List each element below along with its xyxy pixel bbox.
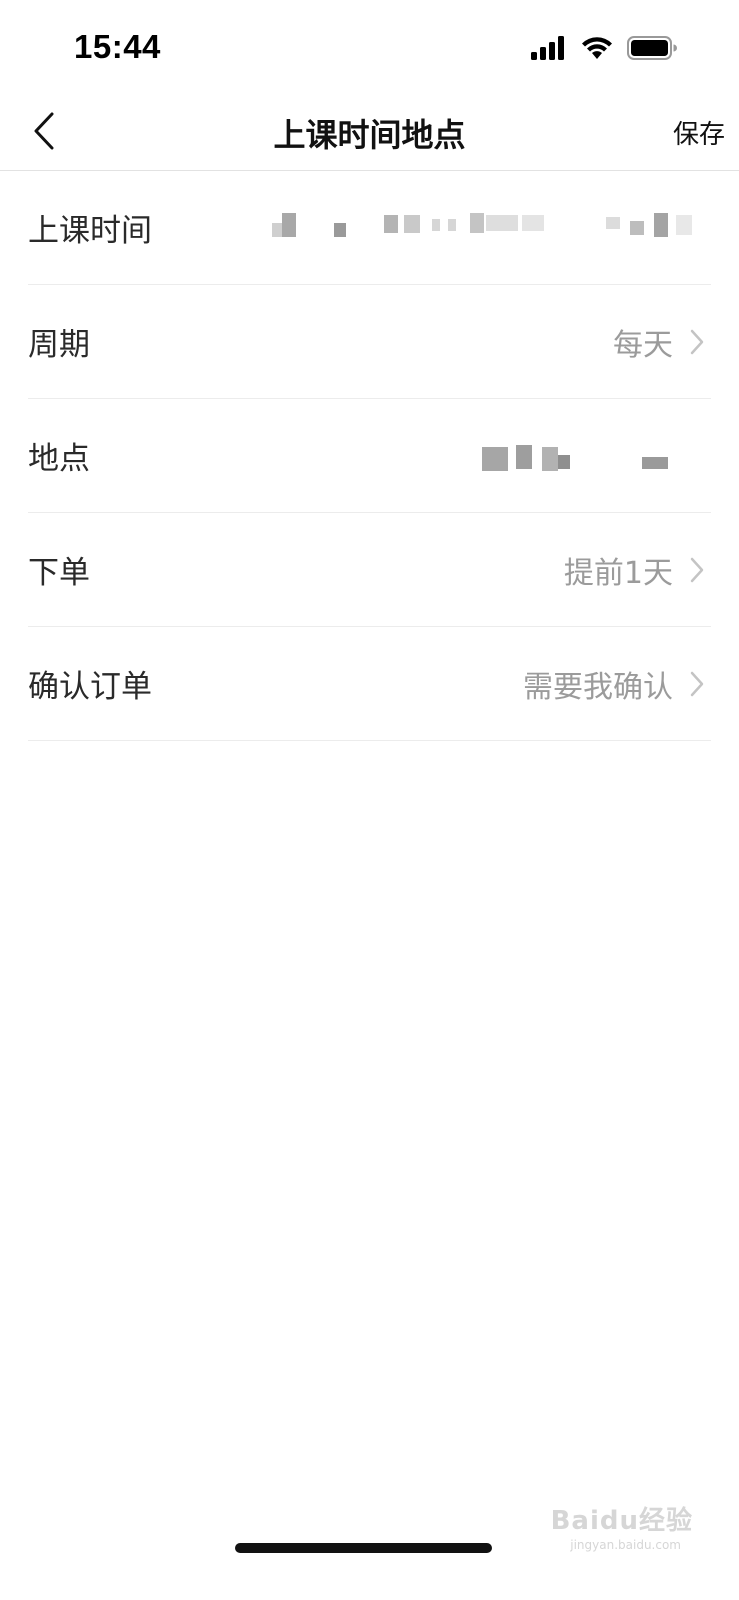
row-confirm-order[interactable]: 确认订单 需要我确认 (28, 627, 711, 741)
status-icons (531, 36, 677, 60)
row-label: 周期 (28, 327, 90, 363)
row-label: 地点 (28, 441, 90, 477)
row-location[interactable]: 地点 (28, 399, 711, 513)
row-cycle[interactable]: 周期 每天 (28, 285, 711, 399)
chevron-right-icon (687, 327, 707, 357)
watermark: Baidu经验 (550, 1506, 693, 1536)
row-value: 需要我确认 (523, 669, 673, 705)
obscured-value (482, 441, 672, 471)
battery-icon (627, 36, 677, 60)
status-time: 15:44 (74, 28, 161, 65)
row-value: 提前1天 (563, 555, 673, 591)
save-button[interactable]: 保存 (673, 114, 725, 151)
obscured-value (272, 212, 708, 243)
row-value: 每天 (613, 327, 673, 363)
home-indicator[interactable] (235, 1543, 492, 1553)
wifi-icon (581, 36, 613, 60)
cellular-signal-icon (531, 36, 567, 60)
settings-list: 上课时间 周期 每天 地点 下单 提前1天 确认订单 需要我确认 (28, 171, 711, 741)
row-order[interactable]: 下单 提前1天 (28, 513, 711, 627)
row-label: 确认订单 (28, 669, 152, 705)
chevron-right-icon (687, 555, 707, 585)
row-class-time[interactable]: 上课时间 (28, 171, 711, 285)
status-bar: 15:44 (0, 0, 739, 96)
page-title: 上课时间地点 (273, 116, 466, 154)
chevron-right-icon (687, 669, 707, 699)
row-label: 上课时间 (28, 213, 152, 249)
watermark-url: jingyan.baidu.com (570, 1538, 681, 1552)
row-label: 下单 (28, 555, 90, 591)
nav-bar: 上课时间地点 保存 (0, 96, 739, 171)
